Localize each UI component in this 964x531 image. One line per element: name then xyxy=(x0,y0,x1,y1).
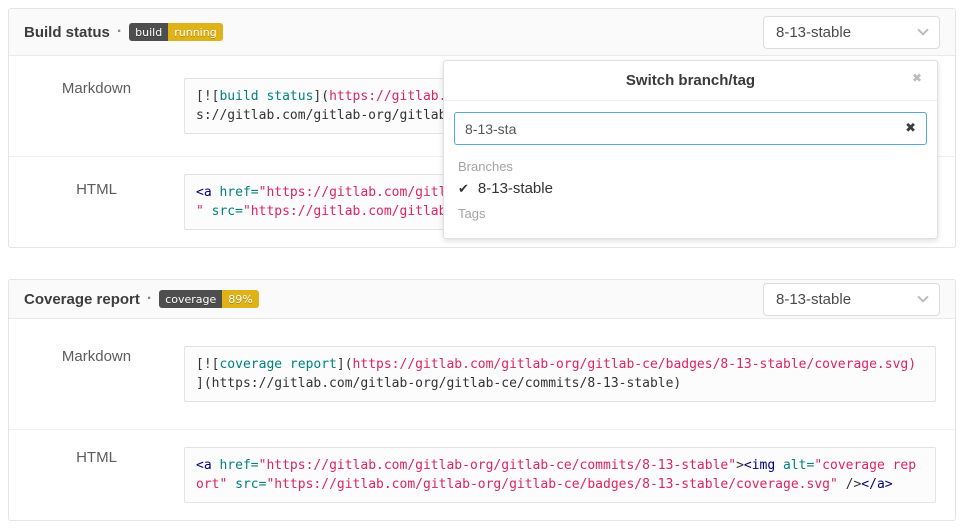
chevron-down-icon xyxy=(917,291,928,302)
branch-dropdown-coverage[interactable]: 8-13-stable xyxy=(763,283,940,316)
coverage-badge-preview: coverage 89% xyxy=(159,290,259,308)
check-icon: ✔ xyxy=(458,181,469,197)
row-label: Markdown xyxy=(9,319,184,429)
card-title: Coverage report xyxy=(24,291,140,308)
badge-label: coverage xyxy=(159,290,222,308)
title-separator: · xyxy=(117,23,122,41)
coverage-report-card: Coverage report · coverage 89% 8-13-stab… xyxy=(8,279,956,521)
row-label: Markdown xyxy=(9,56,184,156)
html-row: HTML <a href="https://gitlab.com/gitlab-… xyxy=(9,429,955,520)
chevron-down-icon xyxy=(917,24,928,35)
branch-search-input[interactable] xyxy=(454,112,927,145)
card-title: Build status xyxy=(24,24,110,41)
markdown-row: Markdown [![coverage report](https://git… xyxy=(9,319,955,429)
dialog-title: Switch branch/tag xyxy=(626,72,755,89)
branch-dropdown-value: 8-13-stable xyxy=(776,24,851,41)
switch-branch-dialog: Switch branch/tag ✖ ✖ Branches ✔ 8-13-st… xyxy=(443,60,938,239)
row-label: HTML xyxy=(9,430,184,520)
branches-section-label: Branches xyxy=(444,153,937,177)
clear-search-icon[interactable]: ✖ xyxy=(905,121,916,134)
badge-value: running xyxy=(168,23,222,41)
branch-dropdown-value: 8-13-stable xyxy=(776,291,851,308)
branch-item-8-13-stable[interactable]: ✔ 8-13-stable xyxy=(444,177,937,200)
branch-item-label: 8-13-stable xyxy=(478,180,553,197)
badge-value: 89% xyxy=(222,290,258,308)
build-status-header: Build status · build running 8-13-stable xyxy=(9,9,955,56)
title-separator: · xyxy=(147,290,152,308)
build-badge-preview: build running xyxy=(129,23,223,41)
row-label: HTML xyxy=(9,157,184,247)
coverage-report-header: Coverage report · coverage 89% 8-13-stab… xyxy=(9,280,955,319)
badge-label: build xyxy=(129,23,168,41)
branch-dropdown-build[interactable]: 8-13-stable xyxy=(763,16,940,49)
close-icon[interactable]: ✖ xyxy=(912,72,922,84)
html-code-block[interactable]: <a href="https://gitlab.com/gitlab-org/g… xyxy=(184,447,936,503)
markdown-code-block[interactable]: [![coverage report](https://gitlab.com/g… xyxy=(184,346,936,402)
branch-tag-list: Branches ✔ 8-13-stable Tags xyxy=(444,151,937,238)
tags-section-label: Tags xyxy=(444,200,937,224)
